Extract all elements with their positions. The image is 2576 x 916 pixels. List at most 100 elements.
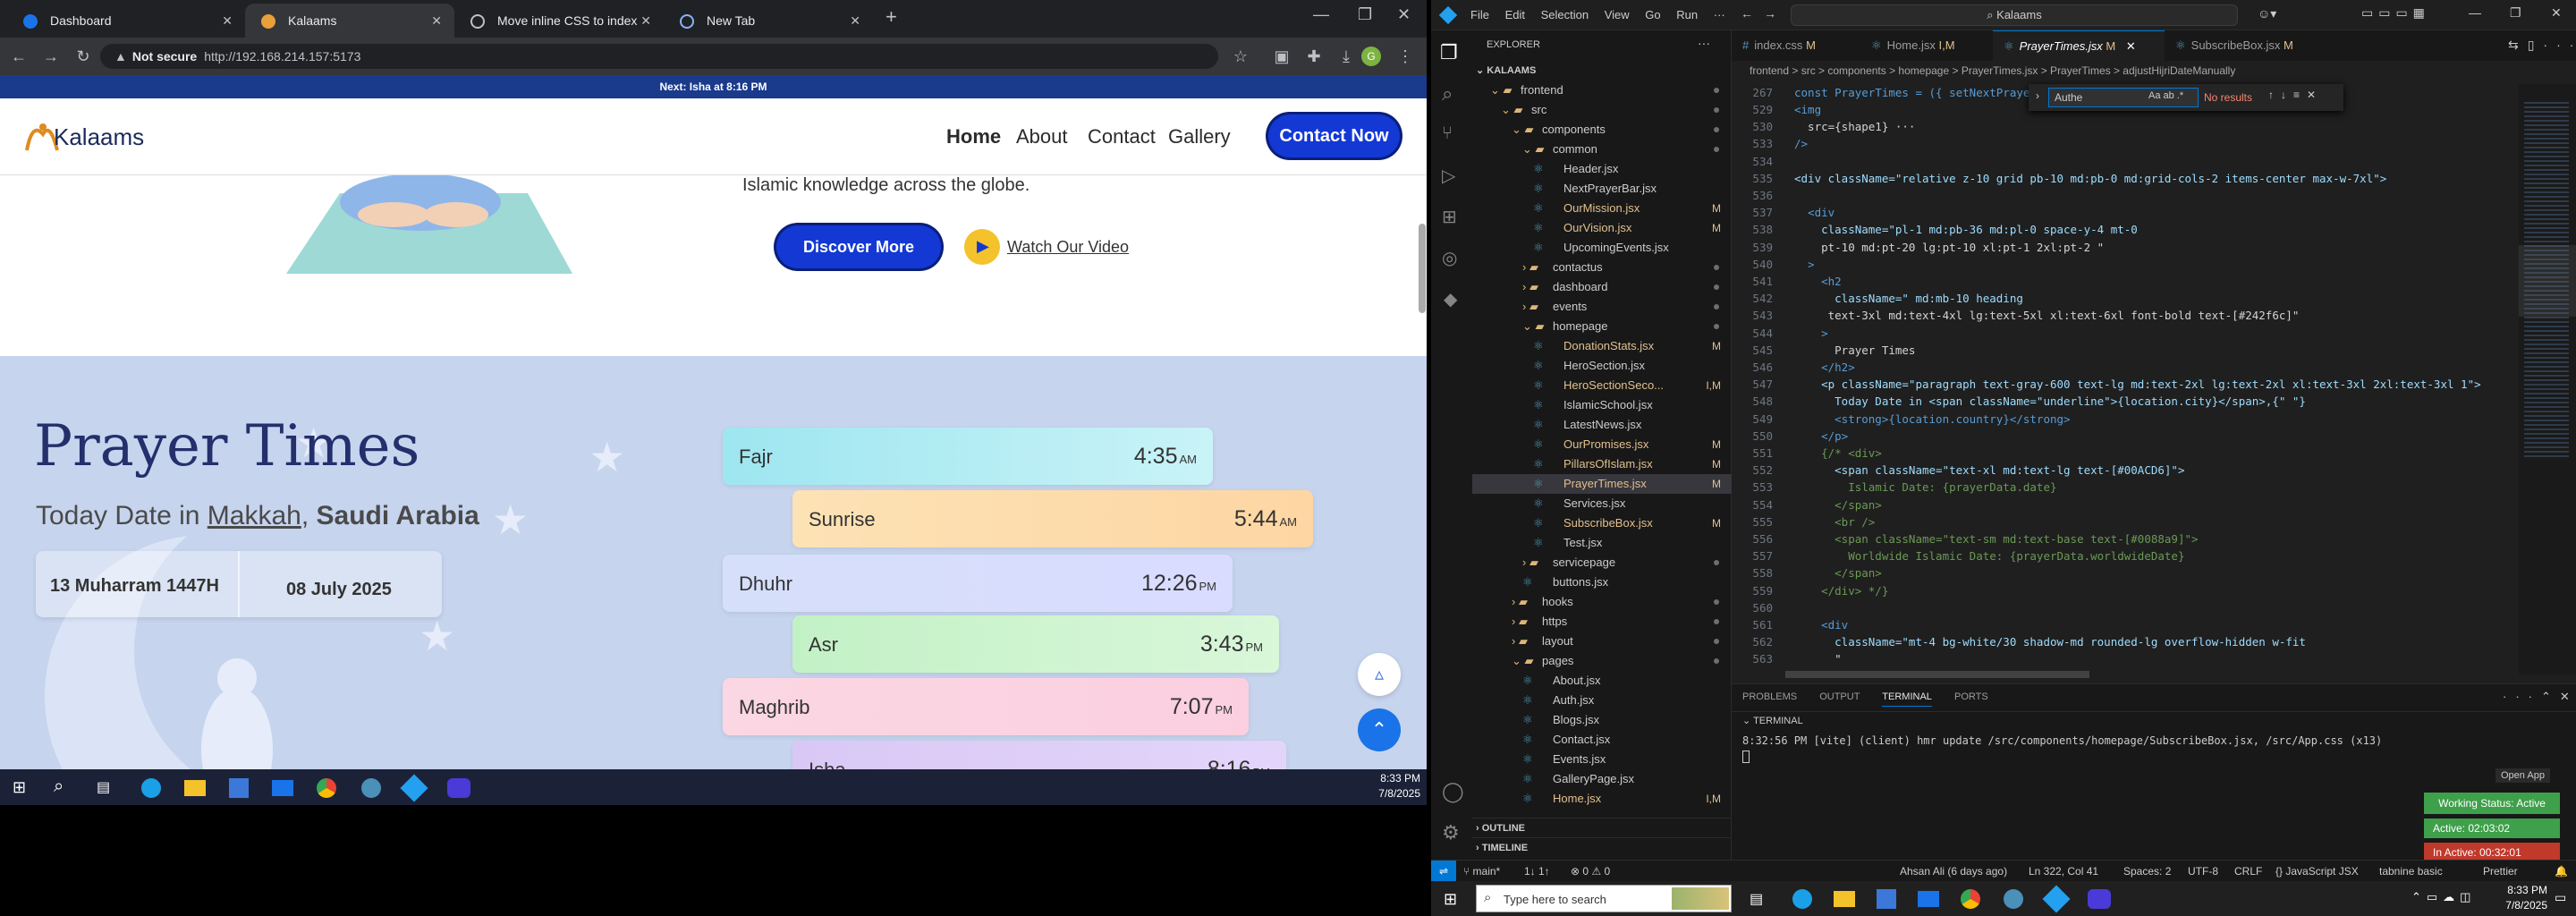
indentation[interactable]: Spaces: 2 <box>2123 861 2171 881</box>
copilot-icon[interactable]: ☺▾ <box>2258 6 2276 21</box>
remote-indicator-icon[interactable]: ⇌ <box>1431 861 1456 881</box>
store-icon[interactable] <box>1877 889 1896 909</box>
find-nav-icons[interactable]: ↑↓≡✕ <box>2268 89 2323 101</box>
menu-kebab-icon[interactable]: ⋮ <box>1394 45 1417 68</box>
store-icon[interactable] <box>229 778 249 798</box>
close-tab-icon[interactable]: ✕ <box>431 4 442 38</box>
folder-item[interactable]: › ▰ servicepage <box>1472 553 1732 572</box>
explorer-icon[interactable]: ❐ <box>1440 41 1458 64</box>
folder-item[interactable]: › ▰ events <box>1472 297 1732 317</box>
file-item[interactable]: ⚛ Auth.jsx <box>1472 691 1732 710</box>
folder-item[interactable]: › ▰ hooks <box>1472 592 1732 612</box>
panel-tab-terminal[interactable]: TERMINAL <box>1882 691 1932 707</box>
close-tab-icon[interactable]: ✕ <box>2126 39 2136 53</box>
folder-item[interactable]: › ▰ dashboard <box>1472 277 1732 297</box>
forward-icon[interactable]: → <box>39 45 63 68</box>
vscode-taskbar-icon[interactable] <box>400 774 428 802</box>
windows-start-icon[interactable]: ⊞ <box>1444 890 1457 909</box>
code-editor[interactable]: 267 const PrayerTimes = ({ setNextPrayer,… <box>1732 84 2576 683</box>
close-tab-icon[interactable]: ✕ <box>640 4 651 38</box>
contact-now-button[interactable]: Contact Now <box>1268 114 1400 157</box>
breadcrumb[interactable]: frontend > src > components > homepage >… <box>1750 64 2235 77</box>
file-item[interactable]: ⚛ OurVision.jsx M <box>1472 218 1732 238</box>
file-item[interactable]: ⚛ NextPrayerBar.jsx <box>1472 179 1732 199</box>
close-window-button[interactable]: ✕ <box>2551 5 2562 21</box>
file-item[interactable]: ⚛ SubscribeBox.jsx M <box>1472 513 1732 533</box>
file-item[interactable]: ⚛ Blogs.jsx <box>1472 710 1732 730</box>
file-item[interactable]: ⚛ OurMission.jsx M <box>1472 199 1732 218</box>
minimize-button[interactable]: — <box>2469 5 2481 20</box>
nav-home[interactable]: Home <box>946 125 1001 148</box>
file-item[interactable]: ⚛ GalleryPage.jsx <box>1472 769 1732 789</box>
system-tray-icons[interactable]: ⌃▭☁◫ <box>2411 890 2476 904</box>
page-scrollbar[interactable] <box>1419 224 1426 313</box>
new-tab-button[interactable]: + <box>886 5 897 29</box>
file-item[interactable]: ⚛ DonationStats.jsx M <box>1472 336 1732 356</box>
file-item[interactable]: ⚛ LatestNews.jsx <box>1472 415 1732 435</box>
maximize-button[interactable]: ❐ <box>2510 5 2521 21</box>
file-item[interactable]: ⚛ IslamicSchool.jsx <box>1472 395 1732 415</box>
file-item[interactable]: ⚛ buttons.jsx <box>1472 572 1732 592</box>
remote-explorer-icon[interactable]: ◎ <box>1442 247 1457 269</box>
nav-back-icon[interactable]: ← <box>1741 6 1753 21</box>
tab-subscribebox-jsx[interactable]: ⚛ SubscribeBox.jsx M <box>2165 30 2317 61</box>
tab-home-jsx[interactable]: ⚛ Home.jsx I,M <box>1860 30 1993 61</box>
tab-prayertimes-jsx[interactable]: ⚛ PrayerTimes.jsx M ✕ <box>1993 30 2165 61</box>
accounts-icon[interactable]: ◯ <box>1442 780 1464 803</box>
notification-center-icon[interactable]: ▭ <box>2555 890 2566 905</box>
extension-icon[interactable]: ▣ <box>1270 45 1293 68</box>
tab-move-inline-css[interactable]: Move inline CSS to index ✕ <box>454 4 664 38</box>
chrome-profile-icon[interactable] <box>2004 889 2023 909</box>
explorer-more-icon[interactable]: ··· <box>1698 36 1710 50</box>
panel-tab-output[interactable]: OUTPUT <box>1819 691 1860 702</box>
file-item[interactable]: ⚛ Header.jsx <box>1472 159 1732 179</box>
task-view-icon[interactable]: ▤ <box>1750 890 1763 908</box>
mail-icon[interactable] <box>272 780 293 796</box>
file-item[interactable]: ⚛ HeroSectionSeco... I,M <box>1472 376 1732 395</box>
file-item[interactable]: ⚛ PillarsOfIslam.jsx M <box>1472 454 1732 474</box>
mail-icon[interactable] <box>1918 891 1939 907</box>
tab-index-css[interactable]: # index.css M <box>1732 30 1860 61</box>
minimap-slider[interactable] <box>2519 245 2576 317</box>
folder-item[interactable]: ⌄ ▰ pages <box>1472 651 1732 671</box>
scroll-top-outline-button[interactable]: ▵ <box>1358 653 1401 696</box>
language-mode[interactable]: {} JavaScript JSX <box>2275 861 2359 881</box>
nav-contact[interactable]: Contact <box>1088 125 1156 148</box>
nav-gallery[interactable]: Gallery <box>1168 125 1231 148</box>
nav-about[interactable]: About <box>1016 125 1068 148</box>
line-endings[interactable]: CRLF <box>2234 861 2262 881</box>
workspace-root[interactable]: ⌄ KALAAMS <box>1472 61 1732 81</box>
chrome-profile-icon[interactable] <box>361 778 381 798</box>
terminal-output[interactable]: 8:32:56 PM [vite] (client) hmr update /s… <box>1742 734 2382 747</box>
problems-indicator[interactable]: ⊗ 0 ⚠ 0 <box>1571 861 1610 881</box>
editor-actions-icons[interactable]: ⇆▯··· <box>2508 38 2576 53</box>
tab-new-tab[interactable]: New Tab ✕ <box>664 4 873 38</box>
omnibox[interactable]: ▲ Not secure http://192.168.214.157:5173 <box>100 44 1218 69</box>
windows-start-icon[interactable]: ⊞ <box>13 778 26 797</box>
folder-item[interactable]: ⌄ ▰ components <box>1472 120 1732 140</box>
file-item[interactable]: ⚛ Events.jsx <box>1472 750 1732 769</box>
encoding[interactable]: UTF-8 <box>2188 861 2218 881</box>
profile-avatar[interactable]: G <box>1361 47 1381 66</box>
menu-run[interactable]: Run <box>1676 8 1698 21</box>
menu-go[interactable]: Go <box>1645 8 1660 21</box>
chrome-icon[interactable] <box>317 778 336 798</box>
zoom-icon[interactable] <box>447 778 470 798</box>
minimize-button[interactable]: — <box>1313 5 1329 24</box>
tab-dashboard[interactable]: Dashboard ✕ <box>7 4 245 38</box>
vscode-taskbar-icon[interactable] <box>2042 885 2071 913</box>
extensions-icon[interactable]: ⊞ <box>1442 206 1457 228</box>
folder-item[interactable]: ⌄ ▰ homepage <box>1472 317 1732 336</box>
reload-icon[interactable]: ↻ <box>72 45 95 68</box>
folder-item[interactable]: › ▰ contactus <box>1472 258 1732 277</box>
menu-edit[interactable]: Edit <box>1505 8 1525 21</box>
close-tab-icon[interactable]: ✕ <box>222 4 233 38</box>
close-window-button[interactable]: ✕ <box>1397 5 1411 24</box>
settings-gear-icon[interactable]: ⚙ <box>1442 821 1460 844</box>
tabnine-icon[interactable]: ◆ <box>1444 288 1457 310</box>
minimap[interactable] <box>2519 84 2576 674</box>
close-tab-icon[interactable]: ✕ <box>850 4 860 38</box>
nav-forward-icon[interactable]: → <box>1764 6 1776 21</box>
scroll-up-button[interactable]: ⌃ <box>1358 708 1401 751</box>
toggle-replace-icon[interactable]: › <box>2036 89 2039 102</box>
